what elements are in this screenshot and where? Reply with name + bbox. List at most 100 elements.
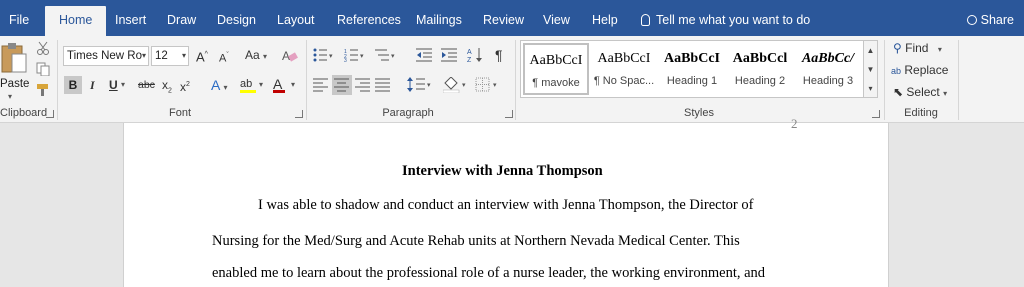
increase-indent-icon[interactable] (441, 48, 459, 62)
shading-icon[interactable]: ▾ (443, 77, 469, 93)
chevron-down-icon: ▾ (141, 51, 146, 60)
italic-button[interactable]: I (90, 76, 95, 94)
page-number: 2 (791, 116, 798, 131)
highlight-button[interactable]: ab (240, 75, 256, 93)
svg-text:Z: Z (467, 57, 472, 63)
replace-button[interactable]: ab Replace (891, 61, 948, 80)
tab-help[interactable]: Help (592, 0, 618, 36)
style-sample: AaBbCc/ (801, 51, 855, 66)
style-name: Heading 2 (734, 75, 786, 87)
clipboard-paste-icon (1, 43, 27, 73)
more-styles-icon[interactable]: ▾ (864, 79, 877, 98)
style-name: ¶ No Spac... (593, 75, 655, 87)
font-color-button[interactable]: A (273, 75, 285, 93)
chevron-down-icon[interactable]: ▾ (121, 76, 125, 94)
decrease-indent-icon[interactable] (416, 48, 434, 62)
find-button[interactable]: ⚲ Find ▾ (893, 39, 942, 59)
tell-me-search[interactable]: Tell me what you want to do (641, 0, 810, 36)
justify-icon[interactable] (375, 78, 391, 92)
style-sample: AaBbCcI (529, 53, 583, 68)
font-name-combo[interactable]: Times New Ro ▾ (63, 46, 149, 66)
align-center-icon (334, 78, 349, 92)
chevron-down-icon: ▾ (943, 89, 948, 98)
multilevel-list-icon[interactable]: ▾ (375, 48, 397, 62)
tab-view[interactable]: View (543, 0, 570, 36)
numbering-icon[interactable]: 123▾ (344, 48, 366, 62)
document-page[interactable]: 2 Interview with Jenna Thompson I was ab… (123, 116, 889, 287)
copy-icon[interactable] (36, 62, 50, 76)
scroll-up-icon[interactable]: ▲ (864, 41, 877, 60)
style-heading-2[interactable]: AaBbCcl Heading 2 (727, 43, 793, 95)
style-no-spacing[interactable]: AaBbCcI ¶ No Spac... (591, 43, 657, 95)
cut-icon[interactable] (36, 41, 50, 55)
divider (958, 40, 959, 120)
paragraph-line: Nursing for the Med/Surg and Acute Rehab… (212, 233, 740, 249)
chevron-down-icon: ▾ (181, 51, 186, 60)
style-heading-1[interactable]: AaBbCcI Heading 1 (659, 43, 725, 95)
highlight-color-swatch (240, 90, 256, 93)
font-launcher-icon[interactable] (295, 110, 303, 118)
scroll-down-icon[interactable]: ▼ (864, 60, 877, 79)
font-color-icon: A (273, 76, 283, 92)
tab-file[interactable]: File (9, 0, 29, 36)
cursor-icon: ⬉ (893, 85, 904, 99)
select-button[interactable]: ⬉ Select ▾ (893, 83, 947, 103)
align-center-button[interactable] (332, 75, 352, 95)
paste-button[interactable]: Paste ▾ (0, 40, 30, 101)
strikethrough-button[interactable]: abc (138, 76, 155, 94)
text-effects-icon: A (211, 77, 220, 93)
shrink-font-button[interactable]: Aˇ (219, 47, 229, 68)
svg-text:3: 3 (344, 58, 347, 62)
clear-formatting-icon[interactable]: A (282, 48, 298, 64)
tab-review[interactable]: Review (483, 0, 524, 36)
line-spacing-icon[interactable]: ▾ (407, 77, 433, 93)
underline-button[interactable]: U (109, 76, 118, 94)
bullets-icon[interactable]: ▾ (313, 48, 335, 62)
svg-text:▾: ▾ (360, 53, 364, 60)
change-case-icon: Aa (245, 48, 260, 62)
style-sample: AaBbCcI (663, 51, 720, 66)
bold-button[interactable]: B (64, 76, 82, 94)
tab-layout[interactable]: Layout (277, 0, 315, 36)
paragraph-launcher-icon[interactable] (505, 110, 513, 118)
tab-references[interactable]: References (337, 0, 401, 36)
style-mavoke[interactable]: AaBbCcI ¶ mavoke (523, 43, 589, 95)
svg-text:▾: ▾ (462, 82, 466, 89)
show-formatting-button[interactable]: ¶ (495, 46, 503, 64)
tab-draw[interactable]: Draw (167, 0, 196, 36)
tab-mailings[interactable]: Mailings (416, 0, 462, 36)
chevron-down-icon: ▾ (937, 45, 942, 54)
paragraph-line: enabled me to learn about the profession… (212, 265, 766, 281)
divider (515, 40, 516, 120)
search-icon: ⚲ (893, 41, 902, 55)
styles-launcher-icon[interactable] (872, 110, 880, 118)
sort-icon[interactable]: AZ (467, 47, 483, 63)
tab-design[interactable]: Design (217, 0, 256, 36)
grow-font-icon: A (196, 49, 205, 65)
borders-icon[interactable]: ▾ (475, 77, 501, 93)
ribbon-home: Paste ▾ Clipboard Times New Ro ▾ 12 ▾ A^ A… (0, 36, 1024, 123)
tab-insert[interactable]: Insert (115, 0, 146, 36)
superscript-button[interactable]: x2 (180, 76, 190, 96)
paste-label: Paste (0, 78, 30, 90)
font-size-combo[interactable]: 12 ▾ (151, 46, 189, 66)
lightbulb-icon (641, 14, 650, 26)
highlighter-icon: ab (240, 78, 253, 90)
style-heading-3[interactable]: AaBbCc/ Heading 3 (795, 43, 861, 95)
align-left-icon[interactable] (313, 78, 329, 92)
share-button[interactable]: Share (966, 0, 1014, 36)
chevron-down-icon[interactable]: ▾ (291, 76, 295, 94)
chevron-down-icon[interactable]: ▾ (259, 76, 263, 94)
svg-text:A: A (467, 49, 472, 56)
grow-font-button[interactable]: A^ (196, 46, 208, 66)
align-right-icon[interactable] (355, 78, 371, 92)
tab-home[interactable]: Home (45, 6, 107, 36)
replace-label: Replace (904, 63, 949, 77)
text-effects-button[interactable]: A ▾ (211, 76, 227, 97)
svg-text:▾: ▾ (329, 53, 333, 60)
change-case-button[interactable]: Aa ▾ (245, 46, 267, 66)
paragraph-group-label: Paragraph (382, 107, 434, 119)
clipboard-launcher-icon[interactable] (46, 110, 54, 118)
format-painter-icon[interactable] (36, 83, 50, 97)
subscript-button[interactable]: x2 (162, 76, 172, 100)
